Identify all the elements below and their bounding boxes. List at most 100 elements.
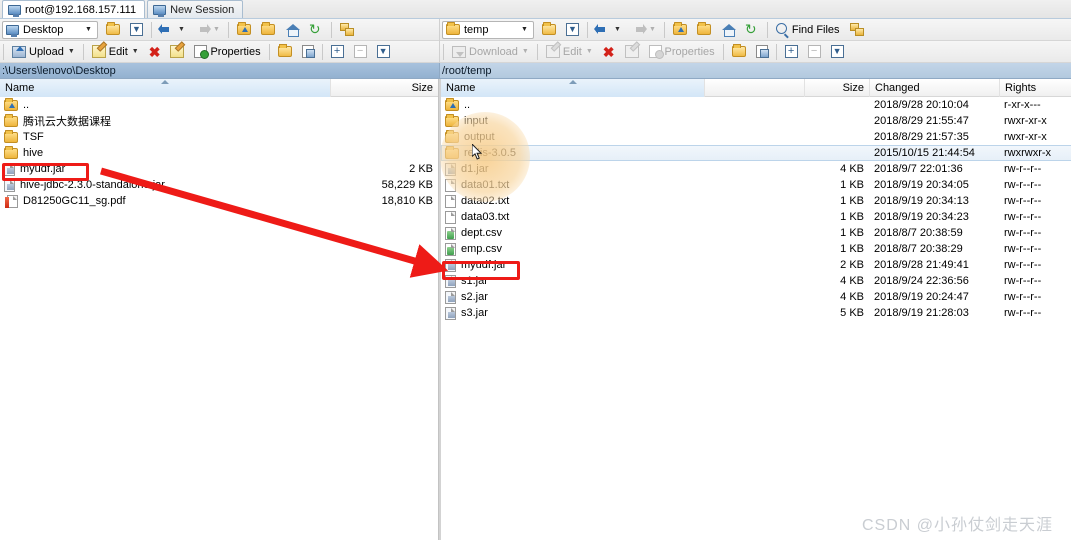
- table-row[interactable]: dept.csv 1 KB 2018/8/7 20:38:59 rw-r--r-…: [441, 225, 1071, 241]
- remote-link-button[interactable]: [845, 20, 869, 40]
- remote-column-size[interactable]: Size: [804, 78, 869, 97]
- chevron-down-icon[interactable]: ▼: [586, 48, 593, 55]
- table-row[interactable]: emp.csv 1 KB 2018/8/7 20:38:29 rw-r--r--…: [441, 241, 1071, 257]
- file-panes: Name Size .. 腾讯云大数据课程 TSF hive myudf.jar…: [0, 78, 1071, 540]
- remote-column-rights[interactable]: Rights: [999, 78, 1071, 97]
- remote-rename-button[interactable]: [620, 42, 644, 62]
- local-properties-button[interactable]: Properties: [189, 42, 265, 62]
- remote-selection-filter-button[interactable]: ▼: [826, 42, 849, 62]
- upload-button[interactable]: Upload ▼: [7, 42, 80, 62]
- local-new-directory-button[interactable]: [256, 20, 280, 40]
- remote-back-button[interactable]: ▼: [591, 20, 626, 40]
- local-drive-combo[interactable]: Desktop ▼: [2, 20, 98, 39]
- remote-row-rights-cell: rw-r--r--: [1004, 195, 1042, 207]
- local-column-size-label: Size: [411, 81, 433, 94]
- new-directory-icon: [260, 22, 275, 35]
- table-row[interactable]: .. 2018/9/28 20:10:04 r-xr-x--- root: [441, 97, 1071, 113]
- remote-path-bar[interactable]: /root/temp: [440, 63, 1071, 79]
- table-row[interactable]: ..: [0, 97, 438, 113]
- table-row[interactable]: data02.txt 1 KB 2018/9/19 20:34:13 rw-r-…: [441, 193, 1071, 209]
- chevron-down-icon[interactable]: ▼: [522, 48, 529, 55]
- table-row[interactable]: D81250GC11_sg.pdf 18,810 KB: [0, 193, 438, 209]
- local-path-bar[interactable]: :\Users\lenovo\Desktop: [0, 63, 440, 79]
- local-edit-button[interactable]: Edit ▼: [87, 42, 144, 62]
- remote-column-rights-label: Rights: [1005, 81, 1037, 94]
- local-delete-button[interactable]: ✖: [144, 42, 166, 62]
- delete-icon: ✖: [148, 43, 161, 60]
- table-row[interactable]: hive-jdbc-2.3.0-standalone.jar 58,229 KB: [0, 177, 438, 193]
- remote-home-button[interactable]: [716, 20, 740, 40]
- chevron-down-icon[interactable]: ▼: [68, 48, 75, 55]
- remote-select-more-button[interactable]: +: [780, 42, 803, 62]
- remote-properties-button[interactable]: Properties: [644, 42, 720, 62]
- table-row[interactable]: myudf.jar 2 KB 2018/9/28 21:49:41 rw-r--…: [441, 257, 1071, 273]
- local-filter-button[interactable]: ▼: [125, 20, 148, 40]
- table-row[interactable]: s3.jar 5 KB 2018/9/19 21:28:03 rw-r--r--…: [441, 305, 1071, 321]
- local-rename-button[interactable]: [165, 42, 189, 62]
- remote-column-name[interactable]: Name: [441, 78, 704, 97]
- chevron-down-icon[interactable]: ▼: [213, 26, 220, 33]
- local-home-button[interactable]: [280, 20, 304, 40]
- local-selection-filter-button[interactable]: ▼: [372, 42, 395, 62]
- local-column-name[interactable]: Name: [0, 78, 330, 97]
- remote-row-size-cell: 2 KB: [840, 259, 864, 271]
- text-file-icon: [445, 210, 456, 224]
- watermark: CSDN @小孙仗剑走天涯: [861, 517, 1053, 534]
- local-new-folder-button[interactable]: [273, 42, 297, 62]
- local-refresh-button[interactable]: ↻: [304, 20, 328, 40]
- local-back-button[interactable]: ▼: [155, 20, 190, 40]
- local-select-more-button[interactable]: +: [326, 42, 349, 62]
- remote-new-directory-button[interactable]: [692, 20, 716, 40]
- remote-select-less-button[interactable]: −: [803, 42, 826, 62]
- remote-edit-button[interactable]: Edit ▼: [541, 42, 598, 62]
- table-row[interactable]: input 2018/8/29 21:55:47 rwxr-xr-x root: [441, 113, 1071, 129]
- local-parent-directory-button[interactable]: [232, 20, 256, 40]
- table-row[interactable]: s2.jar 4 KB 2018/9/19 20:24:47 rw-r--r--…: [441, 289, 1071, 305]
- chevron-down-icon[interactable]: ▼: [178, 26, 185, 33]
- remote-delete-button[interactable]: ✖: [598, 42, 620, 62]
- table-row[interactable]: 腾讯云大数据课程: [0, 113, 438, 129]
- remote-directory-combo[interactable]: temp ▼: [442, 20, 534, 39]
- table-row[interactable]: d1.jar 4 KB 2018/9/7 22:01:36 rw-r--r-- …: [441, 161, 1071, 177]
- table-row[interactable]: TSF: [0, 129, 438, 145]
- download-button[interactable]: Download ▼: [447, 42, 534, 62]
- chevron-down-icon[interactable]: ▼: [518, 22, 531, 38]
- local-link-button[interactable]: [335, 20, 359, 40]
- local-forward-button[interactable]: ▼: [190, 20, 225, 40]
- new-session-tab[interactable]: New Session: [147, 0, 244, 18]
- toolbar-row-navigation: Desktop ▼ ▼ ▼ ▼ ↻ temp ▼ ▼ ▼ ▼ ↻ Find Fi…: [0, 18, 1071, 41]
- jar-file-icon: [4, 178, 15, 192]
- remote-row-changed-cell: 2018/9/19 20:24:47: [874, 291, 969, 303]
- search-icon: [775, 23, 789, 36]
- remote-refresh-button[interactable]: ↻: [740, 20, 764, 40]
- find-files-button[interactable]: Find Files: [771, 20, 845, 40]
- table-row[interactable]: s1.jar 4 KB 2018/9/24 22:36:56 rw-r--r--…: [441, 273, 1071, 289]
- remote-row-spacer: [704, 129, 804, 145]
- chevron-down-icon[interactable]: ▼: [132, 48, 139, 55]
- local-select-less-button[interactable]: −: [349, 42, 372, 62]
- remote-new-folder-button[interactable]: [727, 42, 751, 62]
- chevron-down-icon[interactable]: ▼: [82, 22, 95, 38]
- session-tab-active[interactable]: root@192.168.157.111: [2, 0, 146, 18]
- table-row[interactable]: hive: [0, 145, 438, 161]
- remote-forward-button[interactable]: ▼: [626, 20, 661, 40]
- chevron-down-icon[interactable]: ▼: [614, 26, 621, 33]
- remote-file-name: data01.txt: [461, 179, 510, 191]
- remote-open-directory-button[interactable]: [537, 20, 561, 40]
- table-row-selected[interactable]: redis-3.0.5 2015/10/15 21:44:54 rwxrwxr-…: [441, 145, 1071, 161]
- table-row[interactable]: data01.txt 1 KB 2018/9/19 20:34:05 rw-r-…: [441, 177, 1071, 193]
- table-row[interactable]: data03.txt 1 KB 2018/9/19 20:34:23 rw-r-…: [441, 209, 1071, 225]
- local-row-size-cell: [330, 113, 438, 129]
- local-column-size[interactable]: Size: [330, 78, 438, 97]
- table-row[interactable]: output 2018/8/29 21:57:35 rwxr-xr-x root: [441, 129, 1071, 145]
- local-open-directory-button[interactable]: [101, 20, 125, 40]
- minus-icon: −: [353, 45, 367, 58]
- remote-filter-button[interactable]: ▼: [561, 20, 584, 40]
- toolbar-separator: [82, 43, 84, 60]
- chevron-down-icon[interactable]: ▼: [649, 26, 656, 33]
- remote-column-changed[interactable]: Changed: [869, 78, 999, 97]
- local-new-file-button[interactable]: [297, 42, 319, 62]
- table-row[interactable]: myudf.jar 2 KB: [0, 161, 438, 177]
- remote-parent-directory-button[interactable]: [668, 20, 692, 40]
- remote-new-file-button[interactable]: [751, 42, 773, 62]
